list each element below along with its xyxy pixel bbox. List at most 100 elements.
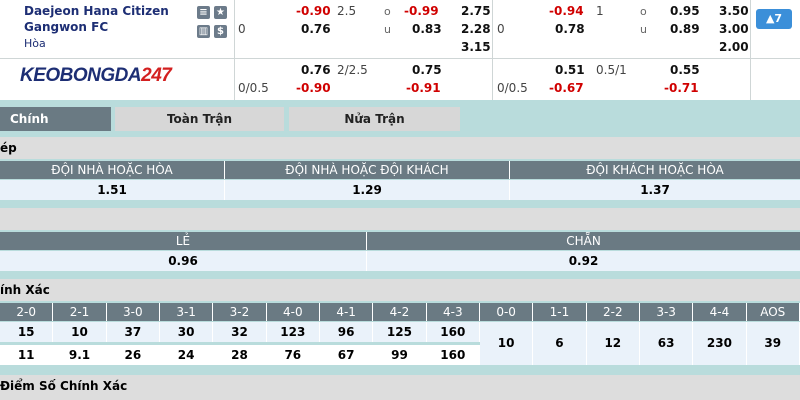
correct-score-away-value[interactable]: 160 xyxy=(426,345,480,365)
handicap-line-full: 0 xyxy=(238,22,246,36)
odd-even-value[interactable]: 0.92 xyxy=(367,251,800,271)
correct-score-away-value[interactable]: 99 xyxy=(373,345,427,365)
correct-score-header: 2-0 xyxy=(0,303,54,321)
alt-ou-under-half[interactable]: -0.71 xyxy=(664,81,699,95)
correct-score-home-value[interactable]: 30 xyxy=(159,322,214,342)
correct-score-away-value[interactable]: 28 xyxy=(213,345,267,365)
odd-even-title xyxy=(0,208,800,230)
home-team-name[interactable]: Daejeon Hana Citizen xyxy=(24,4,169,18)
alt-handicap-away-half[interactable]: -0.67 xyxy=(549,81,584,95)
correct-score-header: 1-1 xyxy=(533,303,587,321)
correct-score-header: 4-2 xyxy=(373,303,427,321)
correct-score-header: 4-3 xyxy=(426,303,480,321)
correct-score-draw-value[interactable]: 39 xyxy=(746,322,800,365)
correct-score-away-value[interactable]: 11 xyxy=(0,345,54,365)
ou-over-full[interactable]: -0.99 xyxy=(404,4,439,18)
ou-under-label-half: u xyxy=(640,23,647,36)
odd-even-header: LẺ xyxy=(0,232,367,250)
correct-score-draw-value[interactable]: 63 xyxy=(639,322,694,365)
alt-ou-line-full: 2/2.5 xyxy=(337,63,368,77)
double-chance-value[interactable]: 1.37 xyxy=(510,180,800,200)
correct-score-header: 4-1 xyxy=(319,303,374,321)
odd-even-value[interactable]: 0.96 xyxy=(0,251,367,271)
double-chance-value[interactable]: 1.51 xyxy=(0,180,225,200)
odds-panel: Daejeon Hana Citizen Gangwon FC Hòa ≡ ★ … xyxy=(0,0,800,100)
correct-score-home-value[interactable]: 123 xyxy=(266,322,320,342)
correct-score-away-value[interactable]: 26 xyxy=(106,345,160,365)
correct-score-home-value[interactable]: 125 xyxy=(373,322,427,342)
correct-score-title: ính Xác xyxy=(0,279,800,301)
tab-half-match[interactable]: Nửa Trận xyxy=(289,107,460,131)
divider xyxy=(750,0,751,100)
alt-ou-over-full[interactable]: 0.75 xyxy=(412,63,442,77)
handicap-away-full[interactable]: 0.76 xyxy=(301,22,331,36)
divider xyxy=(234,0,235,100)
alt-handicap-home-full[interactable]: 0.76 xyxy=(301,63,331,77)
correct-score-draw-value[interactable]: 10 xyxy=(479,322,534,365)
correct-score-header: 3-0 xyxy=(106,303,160,321)
ou-under-full[interactable]: 0.83 xyxy=(412,22,442,36)
correct-score-home-value[interactable]: 37 xyxy=(106,322,160,342)
alt-ou-line-half: 0.5/1 xyxy=(596,63,627,77)
site-logo: KEOBONGDA247 xyxy=(20,65,172,86)
alt-ou-under-full[interactable]: -0.91 xyxy=(406,81,441,95)
correct-score-away-value[interactable]: 9.1 xyxy=(53,345,107,365)
correct-score-home-value[interactable]: 32 xyxy=(213,322,267,342)
handicap-home-half[interactable]: -0.94 xyxy=(549,4,584,18)
odd-even-header: CHẴN xyxy=(367,232,800,250)
alt-handicap-home-half[interactable]: 0.51 xyxy=(555,63,585,77)
correct-score-draw-value[interactable]: 6 xyxy=(533,322,587,365)
x12-away-half[interactable]: 3.00 xyxy=(719,22,749,36)
divider xyxy=(492,0,493,100)
correct-score-header: AOS xyxy=(746,303,800,321)
double-chance-title: ép xyxy=(0,137,800,159)
ou-over-label-half: o xyxy=(640,5,647,18)
x12-away-full[interactable]: 2.28 xyxy=(461,22,491,36)
chart-icon[interactable]: ▥ xyxy=(197,25,210,38)
double-chance-value[interactable]: 1.29 xyxy=(225,180,510,200)
correct-score-draw-value[interactable]: 12 xyxy=(586,322,640,365)
correct-score-draw-value[interactable]: 230 xyxy=(693,322,747,365)
handicap-home-full[interactable]: -0.90 xyxy=(296,4,331,18)
next-section-title: Điểm Số Chính Xác xyxy=(0,375,800,400)
correct-score-home-value[interactable]: 15 xyxy=(0,322,54,342)
more-markets-button[interactable]: ▲7 xyxy=(756,9,792,29)
ou-over-label-full: o xyxy=(384,5,391,18)
correct-score-header: 3-2 xyxy=(213,303,267,321)
odds-row-alt: KEOBONGDA247 0/0.5 0.76 -0.90 2/2.5 0.75… xyxy=(0,58,800,100)
x12-draw-half[interactable]: 2.00 xyxy=(719,40,749,54)
correct-score-header: 2-2 xyxy=(586,303,640,321)
x12-home-full[interactable]: 2.75 xyxy=(461,4,491,18)
correct-score-header: 4-4 xyxy=(693,303,747,321)
double-chance-header: ĐỘI KHÁCH HOẶC HÒA xyxy=(510,161,800,179)
correct-score-away-value[interactable]: 67 xyxy=(319,345,374,365)
correct-score-home-value[interactable]: 10 xyxy=(53,322,107,342)
correct-score-home-value[interactable]: 160 xyxy=(426,322,480,342)
ou-line-half: 1 xyxy=(596,4,604,18)
correct-score-home-value[interactable]: 96 xyxy=(319,322,374,342)
money-icon[interactable]: $ xyxy=(214,25,227,38)
alt-handicap-line-full: 0/0.5 xyxy=(238,81,269,95)
correct-score-away-value[interactable]: 24 xyxy=(159,345,214,365)
alt-handicap-away-full[interactable]: -0.90 xyxy=(296,81,331,95)
tab-full-match[interactable]: Toàn Trận xyxy=(115,107,284,131)
correct-score-header: 0-0 xyxy=(479,303,534,321)
double-chance-header: ĐỘI NHÀ HOẶC ĐỘI KHÁCH xyxy=(225,161,510,179)
double-chance-header: ĐỘI NHÀ HOẶC HÒA xyxy=(0,161,225,179)
alt-ou-over-half[interactable]: 0.55 xyxy=(670,63,700,77)
handicap-line-half: 0 xyxy=(497,22,505,36)
x12-draw-full[interactable]: 3.15 xyxy=(461,40,491,54)
x12-home-half[interactable]: 3.50 xyxy=(719,4,749,18)
stats-icon[interactable]: ≡ xyxy=(197,6,210,19)
star-icon[interactable]: ★ xyxy=(214,6,227,19)
ou-line-full: 2.5 xyxy=(337,4,357,18)
away-team-name[interactable]: Gangwon FC xyxy=(24,20,108,34)
tab-main[interactable]: Chính xyxy=(0,107,111,131)
ou-under-half[interactable]: 0.89 xyxy=(670,22,700,36)
ou-over-half[interactable]: 0.95 xyxy=(670,4,700,18)
correct-score-header: 3-3 xyxy=(639,303,694,321)
correct-score-header: 4-0 xyxy=(266,303,320,321)
handicap-away-half[interactable]: 0.78 xyxy=(555,22,585,36)
ou-under-label-full: u xyxy=(384,23,391,36)
correct-score-away-value[interactable]: 76 xyxy=(266,345,320,365)
